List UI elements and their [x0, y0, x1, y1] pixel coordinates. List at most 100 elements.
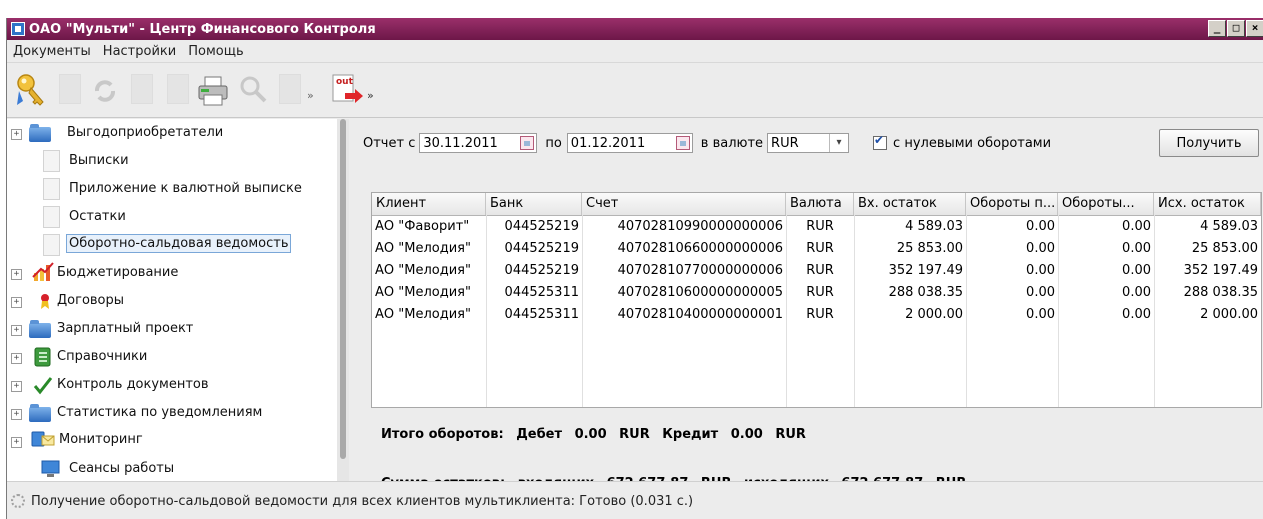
- column-header-bank[interactable]: Банк: [486, 193, 582, 215]
- cell-out-balance: 25 853.00: [1191, 241, 1258, 256]
- expand-icon[interactable]: +: [11, 129, 22, 140]
- date-from-value: 30.11.2011: [423, 135, 498, 151]
- cell-bank: 044525219: [504, 219, 579, 234]
- cell-client: АО "Мелодия": [375, 263, 471, 278]
- debit-currency: RUR: [619, 427, 650, 442]
- currency-select[interactable]: RUR ▾: [767, 133, 850, 153]
- debit-label: Дебет: [516, 427, 563, 442]
- menu-documents[interactable]: Документы: [7, 44, 97, 59]
- tree-label: Сеансы работы: [69, 461, 175, 476]
- column-header-turnover-debit[interactable]: Обороты п...: [966, 193, 1058, 215]
- close-button[interactable]: ×: [1246, 20, 1263, 37]
- expand-icon[interactable]: +: [11, 437, 22, 448]
- calendar-icon[interactable]: [675, 136, 690, 150]
- cell-currency: RUR: [806, 285, 834, 300]
- expand-icon[interactable]: +: [11, 409, 22, 420]
- maximize-button[interactable]: □: [1227, 20, 1245, 37]
- column-header-turnover-credit[interactable]: Обороты...: [1058, 193, 1154, 215]
- column-header-currency[interactable]: Валюта: [786, 193, 854, 215]
- column-header-account[interactable]: Счет: [582, 193, 786, 215]
- expand-icon[interactable]: +: [11, 325, 22, 336]
- cell-in-balance: 2 000.00: [905, 307, 963, 322]
- credit-label: Кредит: [662, 427, 719, 442]
- refresh-icon[interactable]: [87, 71, 123, 109]
- ribbon-icon: [37, 291, 57, 311]
- cell-account: 40702810770000000006: [617, 263, 783, 278]
- zero-turnover-label: с нулевыми оборотами: [893, 135, 1052, 151]
- cell-bank: 044525219: [504, 263, 579, 278]
- date-from-field[interactable]: 30.11.2011: [419, 133, 538, 153]
- turnover-table: Клиент Банк Счет Валюта Вх. остаток Обор…: [371, 192, 1262, 408]
- column-header-in-balance[interactable]: Вх. остаток: [854, 193, 966, 215]
- cell-turnover-debit: 0.00: [1026, 263, 1055, 278]
- table-row[interactable]: АО "Мелодия" 044525219 40702810660000000…: [372, 238, 1261, 260]
- title-bar[interactable]: ОАО "Мульти" - Центр Финансового Контрол…: [7, 18, 1263, 40]
- column-header-client[interactable]: Клиент: [372, 193, 486, 215]
- tree-label: Статистика по уведомлениям: [57, 405, 263, 420]
- printer-icon[interactable]: [195, 71, 231, 109]
- cell-client: АО "Фаворит": [375, 219, 470, 234]
- cell-client: АО "Мелодия": [375, 241, 471, 256]
- tree-label: Выгодоприобретатели: [67, 125, 224, 140]
- expand-icon[interactable]: +: [11, 269, 22, 280]
- column-header-out-balance[interactable]: Исх. остаток: [1154, 193, 1261, 215]
- get-button[interactable]: Получить: [1159, 129, 1259, 157]
- cell-account: 40702810400000000001: [617, 307, 783, 322]
- table-row[interactable]: АО "Мелодия" 044525311 40702810400000000…: [372, 304, 1261, 326]
- tree-scrollbar[interactable]: [337, 119, 349, 481]
- chevron-down-icon[interactable]: »: [307, 89, 314, 102]
- filter-bar: Отчет с 30.11.2011 по 01.12.2011 в валют…: [363, 131, 1051, 155]
- status-text: Получение оборотно-сальдовой ведомости д…: [31, 493, 694, 509]
- cell-bank: 044525311: [504, 285, 579, 300]
- table-row[interactable]: АО "Мелодия" 044525219 40702810770000000…: [372, 260, 1261, 282]
- export-document-icon[interactable]: [271, 71, 307, 109]
- cell-turnover-debit: 0.00: [1026, 285, 1055, 300]
- cell-client: АО "Мелодия": [375, 307, 471, 322]
- delete-document-icon[interactable]: [123, 71, 159, 109]
- document-icon: [43, 178, 60, 200]
- key-icon[interactable]: [13, 71, 49, 109]
- expand-icon[interactable]: +: [11, 297, 22, 308]
- chevron-down-icon[interactable]: »: [367, 89, 374, 102]
- book-icon: [33, 347, 53, 367]
- tree-label: Приложение к валютной выписке: [69, 181, 302, 196]
- minimize-button[interactable]: _: [1208, 20, 1226, 37]
- tree-label: Справочники: [57, 349, 148, 364]
- tree-label: Контроль документов: [57, 377, 209, 392]
- cell-currency: RUR: [806, 263, 834, 278]
- edit-document-icon[interactable]: [159, 71, 195, 109]
- date-to-field[interactable]: 01.12.2011: [566, 133, 693, 153]
- table-row[interactable]: АО "Фаворит" 044525219 40702810990000000…: [372, 216, 1261, 238]
- cell-out-balance: 4 589.03: [1200, 219, 1258, 234]
- new-document-icon[interactable]: [51, 71, 87, 109]
- zero-turnover-checkbox[interactable]: [873, 133, 888, 150]
- tree-label: Остатки: [69, 209, 126, 224]
- folder-icon: [29, 320, 51, 338]
- calendar-icon[interactable]: [520, 136, 535, 150]
- chart-icon: [31, 261, 54, 281]
- tree-label: Договоры: [57, 293, 125, 308]
- search-icon[interactable]: [235, 71, 271, 109]
- expand-icon[interactable]: +: [11, 353, 22, 364]
- to-label: по: [545, 135, 562, 151]
- scrollbar-thumb[interactable]: [340, 119, 346, 459]
- document-icon: [43, 150, 60, 172]
- table-row[interactable]: АО "Мелодия" 044525311 40702810600000000…: [372, 282, 1261, 304]
- window-controls: _ □ ×: [1207, 20, 1263, 37]
- cell-turnover-debit: 0.00: [1026, 241, 1055, 256]
- menu-settings[interactable]: Настройки: [97, 44, 182, 59]
- cell-in-balance: 25 853.00: [896, 241, 963, 256]
- currency-label: в валюте: [700, 135, 764, 151]
- expand-icon[interactable]: +: [11, 381, 22, 392]
- tree-label: Бюджетирование: [57, 265, 179, 280]
- table-header: Клиент Банк Счет Валюта Вх. остаток Обор…: [372, 193, 1261, 216]
- cell-out-balance: 2 000.00: [1200, 307, 1258, 322]
- window-title: ОАО "Мульти" - Центр Финансового Контрол…: [29, 21, 376, 37]
- menu-help[interactable]: Помощь: [182, 44, 249, 59]
- cell-currency: RUR: [806, 241, 834, 256]
- cell-turnover-debit: 0.00: [1026, 219, 1055, 234]
- dropdown-icon[interactable]: ▾: [829, 134, 848, 152]
- app-window: ОАО "Мульти" - Центр Финансового Контрол…: [6, 18, 1263, 519]
- out-export-icon[interactable]: out: [329, 71, 365, 109]
- report-panel: Отчет с 30.11.2011 по 01.12.2011 в валют…: [349, 119, 1263, 491]
